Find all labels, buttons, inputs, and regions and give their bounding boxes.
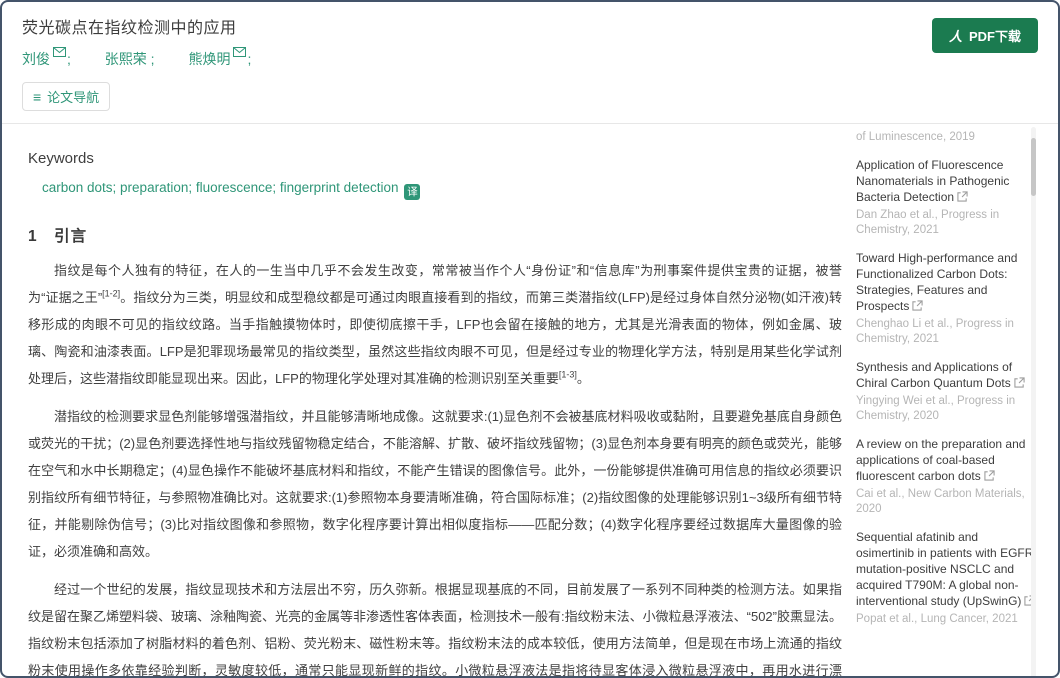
author-name: 熊焕明 [188, 51, 230, 67]
related-article-title[interactable]: Synthesis and Applications of Chiral Car… [856, 360, 1012, 390]
related-article[interactable]: A review on the preparation and applicat… [856, 436, 1036, 517]
external-link-icon [912, 300, 923, 311]
paragraph: 经过一个世纪的发展，指纹显现技术和方法层出不穷，历久弥新。根据显现基底的不同，目… [28, 576, 842, 678]
paper-navigation-label: 论文导航 [47, 87, 99, 106]
main-area: Keywords carbon dots; preparation; fluor… [2, 124, 1058, 678]
author-link[interactable]: 张熙荣 ; [105, 51, 155, 67]
author-separator: ; [67, 51, 71, 67]
external-link-icon [957, 191, 968, 202]
paragraph-text: 。 [577, 371, 590, 386]
pdf-download-label: PDF下载 [969, 26, 1021, 45]
pdf-icon: 人 [949, 26, 962, 45]
related-article-title[interactable]: Toward High-performance and Functionaliz… [856, 251, 1017, 313]
paragraph: 潜指纹的检测要求显色剂能够增强潜指纹，并且能够清晰地成像。这就要求:(1)显色剂… [28, 403, 842, 565]
author-name: 张熙荣 [105, 51, 147, 67]
related-article-partial-source[interactable]: of Luminescence, 2019 [856, 129, 1036, 145]
related-article[interactable]: Sequential afatinib and osimertinib in p… [856, 529, 1036, 627]
sidebar-scrollbar-thumb[interactable] [1031, 138, 1036, 196]
related-article[interactable]: Toward High-performance and Functionaliz… [856, 250, 1036, 347]
related-article-title[interactable]: Sequential afatinib and osimertinib in p… [856, 530, 1033, 608]
mail-icon[interactable] [233, 47, 246, 57]
author-link[interactable]: 熊焕明; [188, 51, 251, 67]
related-article[interactable]: Application of Fluorescence Nanomaterial… [856, 157, 1036, 238]
related-articles-sidebar: of Luminescence, 2019 Application of Flu… [856, 124, 1036, 678]
author-link[interactable]: 刘俊; [22, 51, 71, 67]
article-header: 荧光碳点在指纹检测中的应用 刘俊; 张熙荣 ; 熊焕明; 人 PDF下载 ≡ 论… [2, 2, 1058, 124]
citation-ref[interactable]: [1-2] [102, 289, 120, 299]
related-article-source: Yingying Wei et al., Progress in Chemist… [856, 394, 1036, 424]
paper-navigation-button[interactable]: ≡ 论文导航 [22, 82, 110, 111]
citation-ref[interactable]: [1-3] [559, 370, 577, 380]
translate-badge[interactable]: 译 [404, 184, 420, 200]
author-separator: ; [247, 51, 251, 67]
menu-icon: ≡ [33, 90, 41, 104]
related-article-title[interactable]: A review on the preparation and applicat… [856, 437, 1025, 483]
article-page: 荧光碳点在指纹检测中的应用 刘俊; 张熙荣 ; 熊焕明; 人 PDF下载 ≡ 论… [0, 0, 1060, 678]
mail-icon[interactable] [53, 47, 66, 57]
article-content: Keywords carbon dots; preparation; fluor… [2, 124, 856, 678]
related-article[interactable]: Synthesis and Applications of Chiral Car… [856, 359, 1036, 424]
related-article-source: Dan Zhao et al., Progress in Chemistry, … [856, 208, 1036, 238]
external-link-icon [1014, 377, 1025, 388]
keywords-value[interactable]: carbon dots; preparation; fluorescence; … [42, 180, 398, 195]
keywords-heading: Keywords [28, 150, 842, 167]
paragraph-text: 。指纹分为三类，明显纹和成型稳纹都是可通过肉眼直接看到的指纹，而第三类潜指纹(L… [28, 290, 842, 386]
page-title: 荧光碳点在指纹检测中的应用 [22, 14, 1038, 38]
external-link-icon [984, 470, 995, 481]
keywords-line: carbon dots; preparation; fluorescence; … [42, 180, 842, 200]
sidebar-scrollbar-track[interactable] [1031, 127, 1036, 678]
author-separator: ; [151, 51, 155, 67]
pdf-download-button[interactable]: 人 PDF下载 [932, 18, 1038, 53]
author-name: 刘俊 [22, 51, 50, 67]
related-article-source: Chenghao Li et al., Progress in Chemistr… [856, 317, 1036, 347]
related-article-title[interactable]: Application of Fluorescence Nanomaterial… [856, 158, 1009, 204]
related-article-source: Popat et al., Lung Cancer, 2021 [856, 612, 1036, 627]
author-list: 刘俊; 张熙荣 ; 熊焕明; [22, 47, 1038, 69]
section-heading: 1 引言 [28, 224, 842, 246]
related-article-source: Cai et al., New Carbon Materials, 2020 [856, 487, 1036, 517]
paragraph: 指纹是每个人独有的特征，在人的一生当中几乎不会发生改变，常常被当作个人“身份证”… [28, 257, 842, 392]
